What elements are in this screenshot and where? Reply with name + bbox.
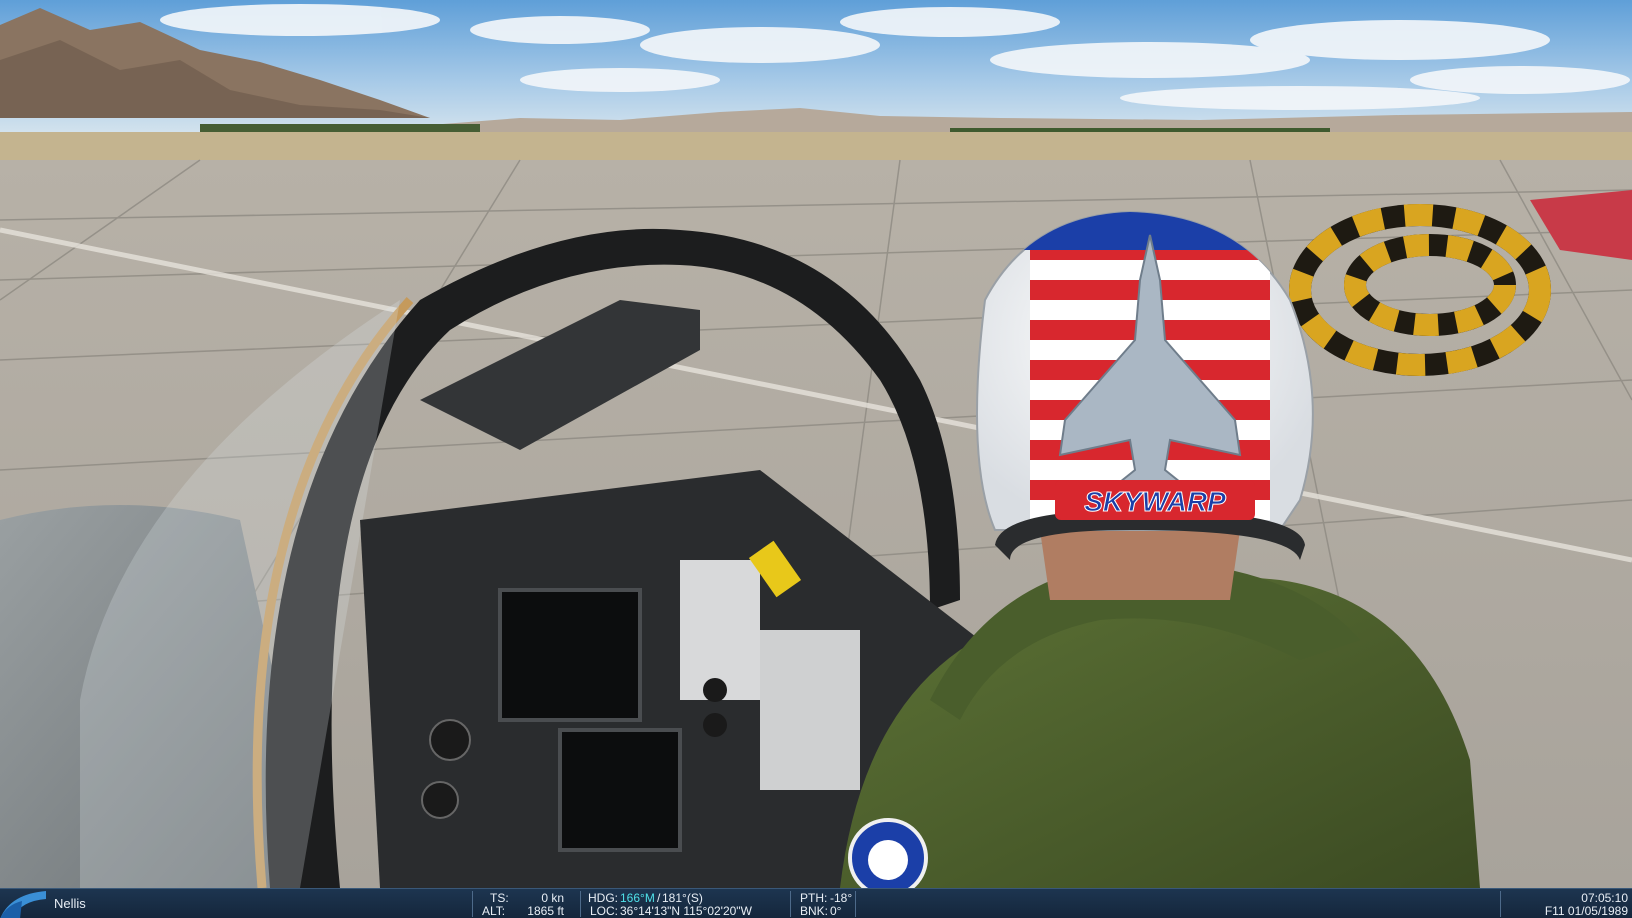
location-value: 36°14'13"N 115°02'20"W bbox=[620, 904, 752, 918]
status-bar: Nellis TS: 0 kn ALT: 1865 ft HDG: 166°M … bbox=[0, 888, 1632, 918]
aircraft-and-date: F11 01/05/1989 bbox=[1544, 904, 1628, 918]
status-separator bbox=[472, 891, 473, 917]
dcs-logo-icon bbox=[0, 891, 46, 918]
status-separator bbox=[580, 891, 581, 917]
desert-ground bbox=[0, 132, 1632, 162]
helmet-callsign: SKYWARP bbox=[1084, 486, 1226, 517]
heading-separator: / bbox=[657, 891, 661, 905]
altitude-label: ALT: bbox=[482, 904, 506, 918]
bank-value: 0° bbox=[830, 904, 842, 918]
tree-line-left bbox=[200, 124, 480, 132]
true-speed-value: 0 kn bbox=[541, 891, 564, 905]
heading-magnetic: 166°M bbox=[620, 891, 655, 905]
bank-label: BNK: bbox=[800, 904, 829, 918]
status-separator bbox=[790, 891, 791, 917]
game-viewport[interactable]: SKYWARP Nellis TS: 0 kn ALT: 1865 ft HDG… bbox=[0, 0, 1632, 918]
cockpit-scene: SKYWARP bbox=[0, 0, 1632, 901]
true-speed-label: TS: bbox=[490, 891, 509, 905]
pitch-value: -18° bbox=[830, 891, 853, 905]
airfield-name: Nellis bbox=[54, 896, 86, 911]
altitude-value: 1865 ft bbox=[527, 904, 564, 918]
heading-label: HDG: bbox=[588, 891, 618, 905]
status-separator bbox=[855, 891, 856, 917]
pilot-neck bbox=[1040, 530, 1240, 600]
squadron-patch-center bbox=[868, 840, 908, 880]
heading-true: 181°(S) bbox=[662, 891, 703, 905]
pitch-label: PTH: bbox=[800, 891, 828, 905]
location-label: LOC: bbox=[590, 904, 619, 918]
simulation-time: 07:05:10 bbox=[1581, 891, 1628, 905]
